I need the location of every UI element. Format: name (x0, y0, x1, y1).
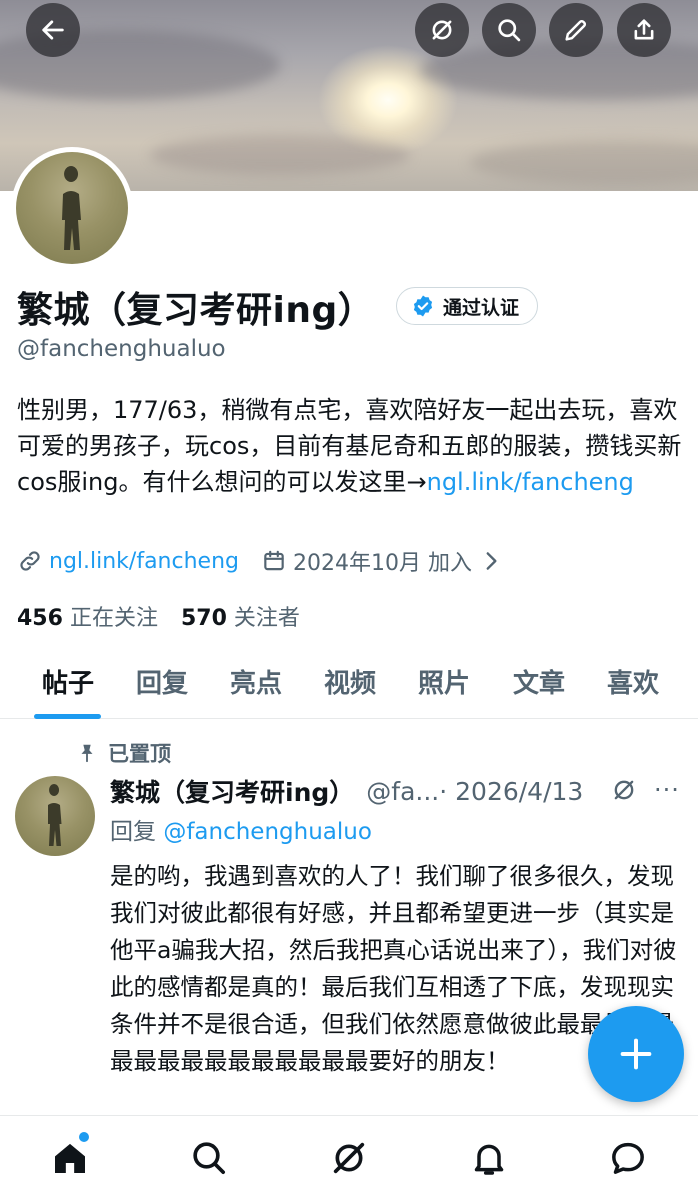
profile-meta: ngl.link/fancheng 2024年10月 加入 (17, 545, 504, 577)
profile-name: 繁城（复习考研ing） (17, 290, 375, 331)
post-date[interactable]: · 2026/4/13 (439, 777, 583, 806)
followers-link[interactable]: 570 关注者 (181, 606, 300, 631)
notification-dot (79, 1132, 89, 1142)
pencil-icon (565, 19, 587, 41)
follow-stats: 456 正在关注 570 关注者 (17, 600, 300, 632)
nav-home[interactable] (48, 1136, 92, 1180)
bottom-nav (0, 1115, 698, 1199)
tab-likes[interactable]: 喜欢 (607, 663, 659, 700)
search-button[interactable] (482, 3, 536, 57)
more-options-button[interactable]: ··· (654, 776, 680, 804)
nav-messages[interactable] (606, 1136, 650, 1180)
search-icon (498, 19, 521, 42)
grok-icon (432, 20, 452, 40)
bio-link[interactable]: ngl.link/fancheng (427, 468, 634, 496)
arrow-left-icon (42, 20, 64, 40)
home-icon (55, 1143, 85, 1173)
post-avatar[interactable] (15, 776, 95, 856)
pin-icon (81, 744, 93, 763)
profile-bio: 性别男，177/63，稍微有点宅，喜欢陪好友一起出去玩，喜欢可爱的男孩子，玩co… (17, 392, 687, 500)
join-date: 2024年10月 加入 (293, 551, 472, 576)
plus-icon (620, 1038, 652, 1070)
compose-button[interactable] (588, 1006, 684, 1102)
edit-button[interactable] (549, 3, 603, 57)
pinned-label: 已置顶 (108, 742, 171, 766)
verified-badge-icon (413, 295, 433, 317)
tab-articles[interactable]: 文章 (513, 663, 565, 700)
profile-handle: @fanchenghualuo (17, 336, 226, 362)
share-icon (634, 19, 654, 40)
back-button[interactable] (26, 3, 80, 57)
calendar-icon (264, 550, 284, 571)
tab-videos[interactable]: 视频 (324, 663, 376, 700)
followers-label: 关注者 (233, 606, 300, 631)
verified-badge-button[interactable]: 通过认证 (396, 287, 539, 325)
nav-search[interactable] (187, 1136, 231, 1180)
grok-button[interactable] (415, 3, 469, 57)
profile-tabs: 帖子 回复 亮点 视频 照片 文章 喜欢 (0, 645, 698, 719)
avatar-image (16, 152, 128, 264)
verified-label: 通过认证 (443, 296, 520, 319)
grok-icon[interactable] (610, 776, 638, 804)
link-icon (20, 551, 40, 571)
profile-link[interactable]: ngl.link/fancheng (49, 549, 239, 574)
post-header: 繁城（复习考研ing） @fa... · 2026/4/13 (110, 773, 583, 809)
share-button[interactable] (617, 3, 671, 57)
message-icon (612, 1142, 644, 1174)
post-author-handle[interactable]: @fa... (366, 777, 439, 806)
profile-avatar[interactable] (11, 147, 133, 269)
post-author-name[interactable]: 繁城（复习考研ing） (110, 773, 354, 809)
following-label: 正在关注 (69, 606, 158, 631)
tab-photos[interactable]: 照片 (418, 663, 470, 700)
followers-count: 570 (180, 606, 227, 631)
bell-icon (474, 1144, 504, 1175)
reply-prefix: 回复 (110, 819, 156, 845)
active-tab-indicator (34, 714, 101, 719)
pinned-indicator: 已置顶 (76, 738, 171, 768)
grok-icon (333, 1142, 365, 1174)
search-icon (193, 1142, 226, 1174)
tab-replies[interactable]: 回复 (136, 663, 188, 700)
following-count: 456 (17, 606, 63, 631)
reply-to-handle[interactable]: @fanchenghualuo (163, 819, 372, 845)
nav-notifications[interactable] (467, 1136, 511, 1180)
nav-grok[interactable] (327, 1136, 371, 1180)
tab-highlights[interactable]: 亮点 (230, 663, 282, 700)
following-link[interactable]: 456 正在关注 (17, 606, 158, 631)
chevron-right-icon[interactable] (478, 548, 504, 574)
tab-posts[interactable]: 帖子 (42, 663, 94, 700)
reply-to-line: 回复 @fanchenghualuo (110, 812, 372, 846)
